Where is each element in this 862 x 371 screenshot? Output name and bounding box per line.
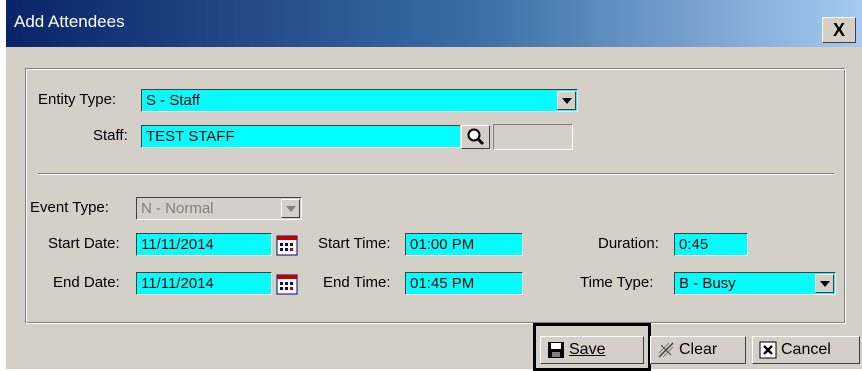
search-icon xyxy=(467,128,485,146)
time-type-label: Time Type: xyxy=(580,274,654,291)
chevron-down-icon xyxy=(285,205,296,212)
start-time-label: Start Time: xyxy=(318,235,391,252)
chevron-down-icon xyxy=(819,280,830,287)
time-type-value: B - Busy xyxy=(679,275,736,292)
close-icon: X xyxy=(832,19,845,40)
chevron-down-icon xyxy=(561,97,572,104)
save-button-label: Save xyxy=(569,341,606,358)
start-date-input[interactable]: 11/11/2014 xyxy=(136,233,272,256)
dialog-title: Add Attendees xyxy=(14,12,125,31)
end-time-label: End Time: xyxy=(323,274,391,291)
end-date-input[interactable]: 11/11/2014 xyxy=(136,272,272,295)
end-time-input[interactable]: 01:45 PM xyxy=(405,272,523,295)
entity-type-dropdown-button[interactable] xyxy=(557,91,576,110)
calendar-icon[interactable] xyxy=(276,273,298,295)
event-type-dropdown-button[interactable] xyxy=(281,199,300,218)
close-button[interactable]: X xyxy=(822,17,856,43)
cancel-button-label: Cancel xyxy=(781,341,831,358)
staff-value: TEST STAFF xyxy=(146,128,235,145)
cancel-icon xyxy=(759,341,777,359)
event-type-value: N - Normal xyxy=(141,200,214,217)
entity-type-value: S - Staff xyxy=(146,92,200,109)
staff-label: Staff: xyxy=(93,127,128,144)
separator xyxy=(38,173,834,175)
attendee-panel: Entity Type: S - Staff Staff: TEST STAFF… xyxy=(25,68,846,324)
add-attendees-dialog: Add Attendees X Entity Type: S - Staff S… xyxy=(0,0,862,371)
entity-type-select[interactable]: S - Staff xyxy=(141,89,578,112)
start-date-label: Start Date: xyxy=(48,235,120,252)
duration-value: 0:45 xyxy=(679,236,709,253)
clear-button[interactable]: Clear xyxy=(650,336,746,364)
event-type-select[interactable]: N - Normal xyxy=(136,197,302,220)
eraser-icon xyxy=(658,342,674,358)
start-date-value: 11/11/2014 xyxy=(141,236,214,253)
time-type-dropdown-button[interactable] xyxy=(815,274,834,293)
floppy-disk-icon xyxy=(548,342,564,358)
staff-search-button[interactable] xyxy=(461,125,490,149)
dialog-body: Entity Type: S - Staff Staff: TEST STAFF… xyxy=(6,47,862,371)
start-time-input[interactable]: 01:00 PM xyxy=(405,233,523,256)
duration-input[interactable]: 0:45 xyxy=(674,233,748,256)
entity-type-label: Entity Type: xyxy=(38,91,117,108)
staff-input[interactable]: TEST STAFF xyxy=(141,125,461,148)
save-button[interactable]: Save xyxy=(540,336,644,364)
title-bar[interactable]: Add Attendees X xyxy=(6,0,862,47)
calendar-icon[interactable] xyxy=(276,234,298,256)
end-date-label: End Date: xyxy=(53,274,120,291)
event-type-label: Event Type: xyxy=(30,199,109,216)
time-type-select[interactable]: B - Busy xyxy=(674,272,836,295)
staff-id-field xyxy=(493,124,573,150)
cancel-button[interactable]: Cancel xyxy=(752,336,860,364)
clear-button-label: Clear xyxy=(679,341,718,358)
start-time-value: 01:00 PM xyxy=(410,236,475,253)
end-date-value: 11/11/2014 xyxy=(141,275,214,292)
end-time-value: 01:45 PM xyxy=(410,275,475,292)
duration-label: Duration: xyxy=(598,235,659,252)
